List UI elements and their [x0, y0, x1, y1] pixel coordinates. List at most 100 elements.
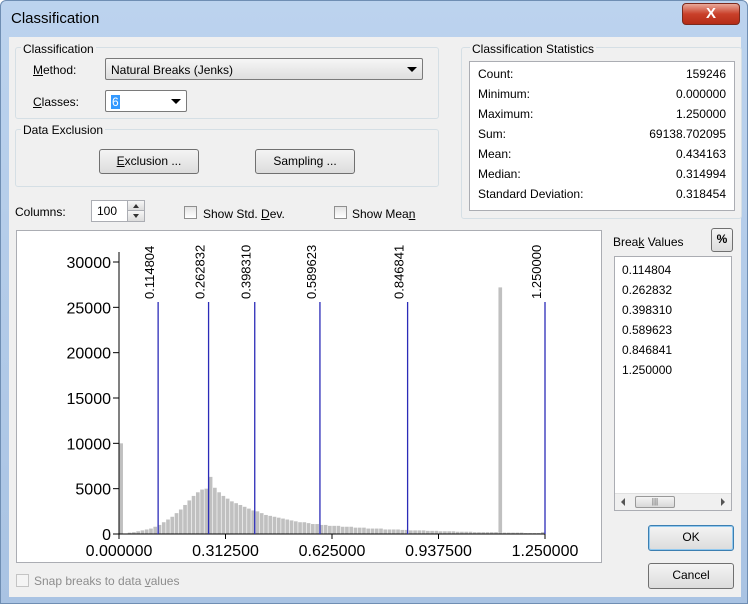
title-bar[interactable]: Classification X [1, 1, 747, 37]
break-line-label: 0.846841 [392, 245, 407, 299]
stat-key: Mean: [478, 147, 512, 161]
histogram-bar [149, 528, 153, 534]
histogram-bar [170, 516, 175, 534]
histogram-bar [144, 529, 149, 534]
show-std-dev-checkbox[interactable] [184, 206, 197, 219]
snap-breaks-label-pre: Snap breaks to data [34, 574, 145, 588]
histogram-bar [366, 528, 371, 534]
histogram-bar [225, 498, 230, 534]
histogram-bar [281, 518, 285, 534]
break-values-list[interactable]: 0.114804 0.262832 0.398310 0.589623 0.84… [614, 256, 732, 511]
histogram-bar [370, 528, 375, 534]
stepper-up-button[interactable] [127, 201, 144, 211]
show-std-dev-label[interactable]: Show Std. Dev. [203, 207, 285, 221]
columns-value[interactable]: 100 [97, 204, 117, 218]
histogram-bar [255, 511, 260, 534]
columns-stepper[interactable]: 100 [91, 200, 145, 222]
histogram-bar [204, 488, 209, 534]
stat-row-sum: Sum: 69138.702095 [478, 127, 726, 145]
histogram-bar [213, 487, 217, 534]
histogram-bar [174, 513, 179, 534]
break-line-label: 0.114804 [142, 246, 157, 299]
break-value-item[interactable]: 1.250000 [622, 363, 672, 377]
histogram-bar [306, 523, 311, 534]
histogram-panel[interactable]: 0 5000 10000 15000 20000 25000 30000 0.000000 0.… [16, 230, 602, 563]
histogram-bar [259, 513, 264, 534]
stat-value: 0.000000 [675, 87, 726, 101]
stat-row-std-dev: Standard Deviation: 0.318454 [478, 187, 726, 205]
stat-key: Median: [478, 167, 521, 181]
stepper-down-button[interactable] [127, 211, 144, 221]
break-value-item[interactable]: 0.398310 [622, 303, 672, 317]
stat-row-maximum: Maximum: 1.250000 [478, 107, 726, 125]
histogram-bar [332, 525, 336, 534]
scroll-right-icon[interactable] [721, 498, 725, 506]
scroll-left-icon[interactable] [621, 498, 625, 506]
x-tick-label: 0.312500 [192, 543, 259, 560]
histogram-bar [234, 503, 238, 534]
break-value-item[interactable]: 0.589623 [622, 323, 672, 337]
histogram-bar [383, 529, 388, 534]
break-value-item[interactable]: 0.846841 [622, 343, 672, 357]
histogram-bar [396, 529, 400, 534]
histogram-bar [379, 528, 383, 534]
histogram-bar [230, 501, 234, 534]
show-mean-checkbox[interactable] [334, 206, 347, 219]
arrow-down-icon [133, 214, 139, 218]
stat-key: Minimum: [478, 87, 531, 101]
histogram-bar [421, 530, 426, 534]
histogram-bar [238, 504, 243, 534]
histogram-bar [191, 495, 196, 534]
show-mean-label-pre: Show Mea [352, 207, 409, 221]
show-mean-label-accel: n [408, 207, 416, 221]
method-dropdown[interactable]: Natural Breaks (Jenks) [105, 58, 423, 80]
histogram-bar [221, 495, 226, 534]
histogram-bar [217, 492, 221, 534]
show-std-dev-label-accel: D [261, 207, 270, 221]
method-label-rest: ethod: [43, 63, 77, 77]
ok-button[interactable]: OK [648, 525, 734, 551]
stat-value: 159246 [685, 67, 726, 81]
break-value-item[interactable]: 0.114804 [622, 263, 671, 277]
stat-key: Sum: [478, 127, 507, 141]
break-line-label: 0.589623 [304, 245, 319, 299]
y-tick-label: 10000 [67, 436, 112, 453]
stat-key: Standard Deviation: [478, 187, 584, 201]
histogram-bar [357, 527, 362, 534]
break-line-label: 0.398310 [239, 245, 254, 299]
histogram-bar [285, 519, 290, 534]
exclusion-button[interactable]: Exclusion ... [99, 149, 199, 174]
histogram-bar [195, 492, 200, 534]
histogram-bar [328, 525, 332, 534]
classes-label-rest: lasses: [41, 95, 80, 109]
break-values-label-pre: Brea [613, 235, 639, 249]
y-tick-label: 0 [102, 527, 111, 544]
histogram-bar [362, 527, 366, 534]
histogram-bar [374, 528, 379, 534]
method-label: Method: [33, 63, 76, 77]
classes-dropdown[interactable]: 6 [105, 90, 187, 112]
close-button[interactable]: X [682, 3, 740, 25]
snap-breaks-label[interactable]: Snap breaks to data values [34, 574, 179, 588]
histogram-bar [272, 516, 277, 534]
histogram-bar [498, 287, 503, 534]
method-label-accel: M [33, 63, 43, 77]
stat-value: 69138.702095 [649, 127, 726, 141]
show-std-dev-label-pre: Show Std. [203, 207, 262, 221]
histogram-bar [268, 515, 273, 534]
histogram-bar [140, 530, 145, 534]
percent-button[interactable]: % [711, 228, 733, 252]
break-value-item[interactable]: 0.262832 [622, 283, 672, 297]
sampling-button[interactable]: Sampling ... [255, 149, 355, 174]
snap-breaks-checkbox[interactable] [16, 574, 29, 587]
horizontal-scrollbar[interactable]: ||| [615, 493, 731, 510]
cancel-button[interactable]: Cancel [648, 563, 734, 589]
snap-breaks-label-post: alues [150, 574, 180, 588]
statistics-table: Count: 159246 Minimum: 0.000000 Maximum: 1.… [469, 61, 735, 211]
histogram-chart[interactable]: 0 5000 10000 15000 20000 25000 30000 0.000000 0.… [17, 231, 601, 562]
show-mean-label[interactable]: Show Mean [352, 207, 415, 221]
scroll-thumb[interactable]: ||| [635, 496, 675, 508]
histogram-bar [311, 524, 315, 534]
stat-value: 0.434163 [675, 147, 726, 161]
chevron-down-icon [171, 99, 181, 104]
